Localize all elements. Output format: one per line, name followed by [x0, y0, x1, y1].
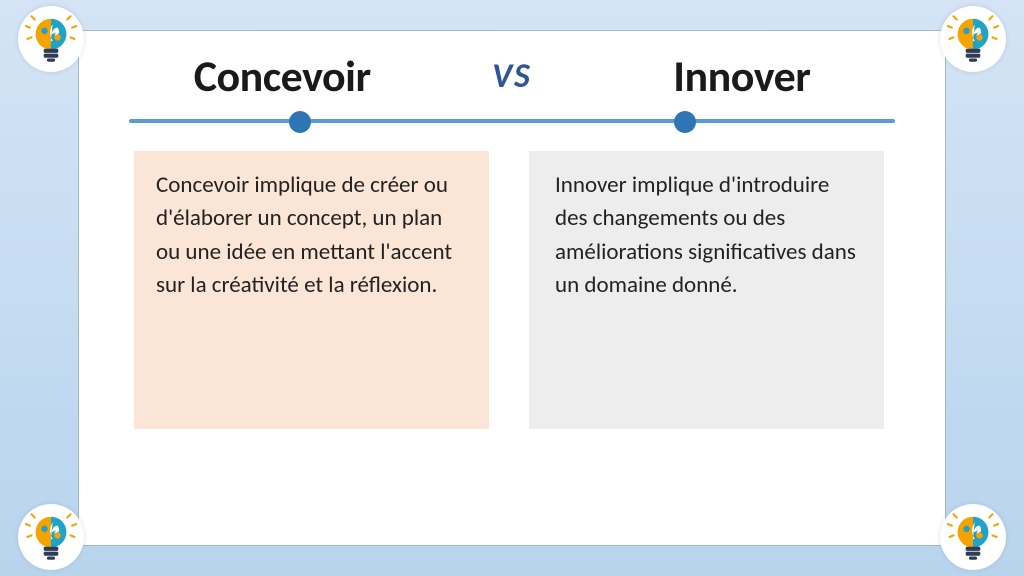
heading-left: Concevoir	[132, 49, 432, 103]
lightbulb-idea-icon	[18, 504, 84, 570]
vs-label: VS	[492, 56, 532, 97]
description-box-left: Concevoir implique de créer ou d'élabore…	[134, 151, 489, 429]
lightbulb-idea-icon	[25, 13, 77, 65]
lightbulb-idea-icon	[25, 511, 77, 563]
lightbulb-idea-icon	[940, 504, 1006, 570]
node-right	[674, 111, 696, 133]
comparison-header: Concevoir VS Innover	[79, 49, 945, 103]
lightbulb-idea-icon	[18, 6, 84, 72]
divider-line	[129, 119, 895, 123]
heading-right: Innover	[592, 49, 892, 103]
lightbulb-idea-icon	[947, 13, 999, 65]
lightbulb-idea-icon	[940, 6, 1006, 72]
description-box-right: Innover implique d'introduire des change…	[529, 151, 884, 429]
node-left	[289, 111, 311, 133]
lightbulb-idea-icon	[947, 511, 999, 563]
slide-content: Concevoir VS Innover Concevoir implique …	[78, 30, 946, 546]
